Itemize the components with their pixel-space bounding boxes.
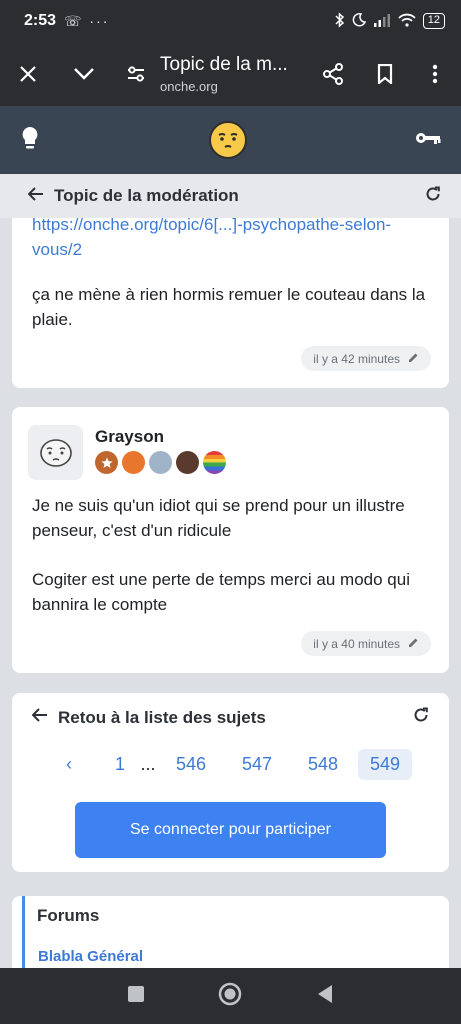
prev-page-button[interactable]: ‹ xyxy=(54,749,84,780)
bluetooth-icon xyxy=(335,11,345,31)
share-icon[interactable] xyxy=(313,54,353,94)
photo-badge-icon xyxy=(176,451,199,474)
forums-card: Forums Blabla Général xyxy=(12,896,449,968)
timestamp-text: il y a 42 minutes xyxy=(313,351,400,366)
status-bar: 2:53 ☏ ··· 12 xyxy=(0,0,461,42)
post-timestamp[interactable]: il y a 40 minutes xyxy=(301,631,431,656)
back-icon[interactable] xyxy=(316,984,334,1009)
page-content[interactable]: Topic de la modération https://onche.org… xyxy=(0,174,461,968)
lightbulb-icon[interactable] xyxy=(20,125,40,156)
notification-icons: ☏ ··· xyxy=(64,12,110,29)
refresh-icon[interactable] xyxy=(425,186,441,207)
browser-page-title: Topic de la m... xyxy=(160,54,288,75)
back-to-list-link[interactable]: Retou à la liste des sujets xyxy=(58,708,266,728)
forums-heading: Forums xyxy=(37,906,100,925)
browser-toolbar: Topic de la m... onche.org xyxy=(0,42,461,106)
status-right: 12 xyxy=(335,11,445,31)
more-options-icon[interactable] xyxy=(415,54,455,94)
edit-icon xyxy=(408,637,419,651)
key-icon[interactable] xyxy=(415,131,441,150)
page-ellipsis: ... xyxy=(140,754,156,774)
post-message: Cogiter est une perte de temps merci au … xyxy=(32,570,410,614)
recents-icon[interactable] xyxy=(127,985,145,1008)
site-settings-icon[interactable] xyxy=(116,54,156,94)
timestamp-text: il y a 40 minutes xyxy=(313,636,400,651)
forums-accent-bar xyxy=(22,896,37,968)
username[interactable]: Grayson xyxy=(95,427,164,447)
wifi-icon xyxy=(398,13,416,30)
topic-title: Topic de la modération xyxy=(54,186,239,205)
edit-icon xyxy=(408,352,419,366)
current-page[interactable]: 549 xyxy=(358,749,413,780)
system-nav-bar xyxy=(0,968,461,1024)
signal-icon xyxy=(373,13,391,30)
browser-url: onche.org xyxy=(160,79,218,94)
post-card: https://onche.org/topic/6[...]-psychopat… xyxy=(12,212,449,388)
post-card: Grayson Je ne suis qu'un idiot qui se pr… xyxy=(12,407,449,673)
user-badges xyxy=(95,451,226,474)
bookmark-icon[interactable] xyxy=(365,54,405,94)
pagination-card: Retou à la liste des sujets ‹ 1 ... 546 … xyxy=(12,693,449,872)
topic-header: Topic de la modération xyxy=(0,174,461,218)
close-icon[interactable] xyxy=(8,54,48,94)
character-badge-icon xyxy=(122,451,145,474)
post-timestamp[interactable]: il y a 42 minutes xyxy=(301,346,431,371)
refresh-icon[interactable] xyxy=(413,707,429,728)
forum-link[interactable]: Blabla Général xyxy=(38,948,143,965)
status-time: 2:53 xyxy=(24,12,57,29)
battery-icon: 12 xyxy=(422,13,445,29)
post-link[interactable]: https://onche.org/topic/6[...]-psychopat… xyxy=(32,212,432,262)
chevron-down-icon[interactable] xyxy=(64,54,104,94)
rainbow-badge-icon xyxy=(203,451,226,474)
page-link[interactable]: 546 xyxy=(166,749,216,780)
page-link[interactable]: 548 xyxy=(298,749,348,780)
page-link[interactable]: 547 xyxy=(232,749,282,780)
star-badge-icon xyxy=(95,451,118,474)
moon-icon xyxy=(352,12,366,30)
back-arrow-icon[interactable] xyxy=(31,708,48,727)
page-link[interactable]: 1 xyxy=(104,749,136,780)
avatar[interactable] xyxy=(28,425,83,480)
browser-title-area[interactable]: Topic de la m... onche.org xyxy=(156,54,313,94)
site-header xyxy=(0,106,461,174)
back-arrow-icon[interactable] xyxy=(27,186,44,206)
login-button[interactable]: Se connecter pour participer xyxy=(75,802,386,858)
onche-logo[interactable] xyxy=(208,121,247,159)
post-message: Je ne suis qu'un idiot qui se prend pour… xyxy=(32,496,405,540)
portrait-badge-icon xyxy=(149,451,172,474)
back-to-list-row[interactable]: Retou à la liste des sujets xyxy=(31,707,429,728)
pagination: ‹ 1 ... 546 547 548 549 xyxy=(54,749,413,780)
home-icon[interactable] xyxy=(218,982,242,1011)
post-message: ça ne mène à rien hormis remuer le coute… xyxy=(32,285,426,329)
